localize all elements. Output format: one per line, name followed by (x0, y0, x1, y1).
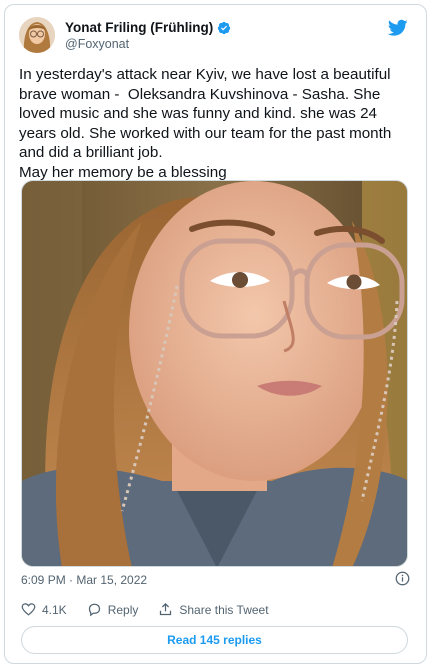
reply-icon (88, 603, 100, 617)
info-icon[interactable] (395, 571, 410, 586)
heart-icon (21, 603, 36, 616)
tweet-text: In yesterday's attack near Kyiv, we have… (19, 66, 392, 181)
author-handle[interactable]: @Foxyonat (65, 37, 231, 51)
share-label: Share this Tweet (179, 602, 269, 617)
share-icon (160, 602, 172, 616)
tweet-header: Yonat Friling (Frühling) @Foxyonat (19, 17, 414, 57)
share-button[interactable]: Share this Tweet (158, 602, 269, 617)
tweet-timestamp[interactable]: 6:09 PM · Mar 15, 2022 (21, 573, 147, 587)
author-display-name[interactable]: Yonat Friling (Frühling) (65, 20, 213, 35)
twitter-bird-icon[interactable] (388, 19, 408, 37)
tweet-photo[interactable] (21, 180, 408, 567)
reply-button[interactable]: Reply (87, 602, 139, 617)
tweet-actions: 4.1K Reply Share this Tweet (21, 602, 289, 617)
verified-badge-icon (218, 21, 231, 34)
like-count: 4.1K (42, 602, 67, 617)
like-button[interactable]: 4.1K (21, 602, 67, 617)
avatar[interactable] (19, 17, 55, 53)
reply-label: Reply (107, 602, 139, 617)
author-names: Yonat Friling (Frühling) @Foxyonat (65, 20, 231, 51)
tweet-card: Yonat Friling (Frühling) @Foxyonat In ye… (4, 4, 427, 664)
read-replies-button[interactable]: Read 145 replies (21, 626, 408, 654)
